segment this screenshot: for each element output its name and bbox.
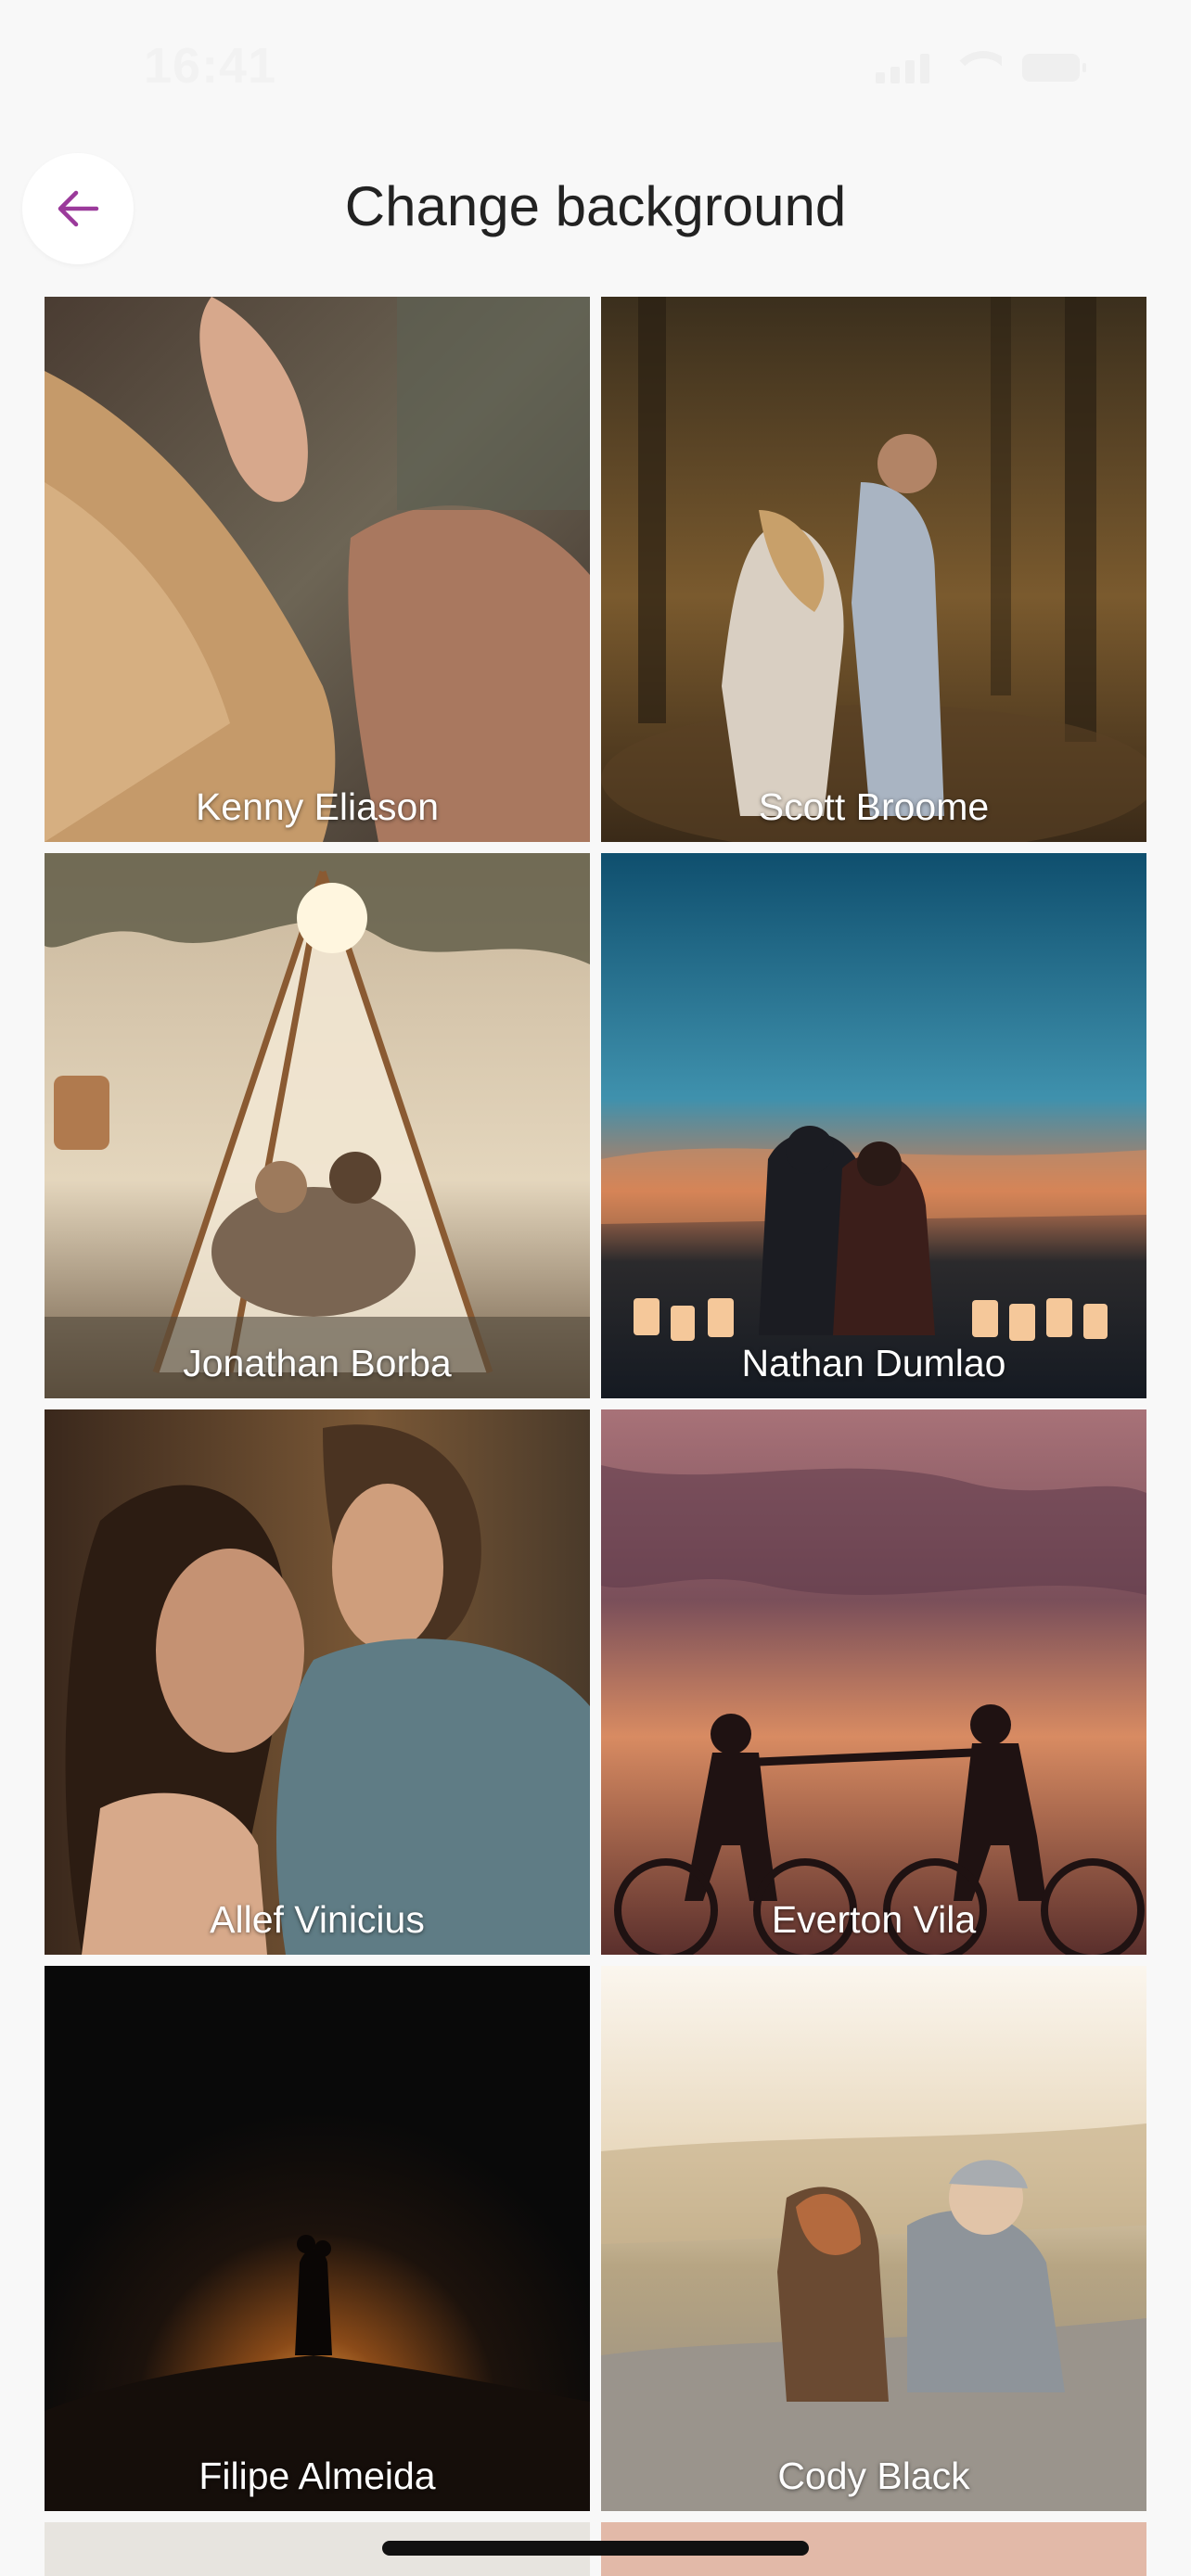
background-tile[interactable]: Kenny Eliason: [45, 297, 590, 842]
photographer-credit: Scott Broome: [758, 785, 990, 828]
cellular-signal-icon: [876, 52, 929, 83]
status-bar: 16:41: [0, 0, 1191, 139]
background-tile[interactable]: Filipe Almeida: [45, 1966, 590, 2511]
photographer-credit: Nathan Dumlao: [741, 1342, 1006, 1384]
change-background-screen: 16:41 Change background Kenny Eliason Sc…: [0, 0, 1191, 2576]
photographer-credit: Kenny Eliason: [195, 785, 440, 828]
background-tile[interactable]: Scott Broome: [601, 297, 1146, 842]
status-time: 16:41: [144, 38, 277, 94]
background-photo: [601, 1409, 1146, 1955]
background-photo: [601, 1966, 1146, 2511]
photographer-credit: Filipe Almeida: [198, 2455, 436, 2497]
photographer-credit: Cody Black: [777, 2455, 970, 2497]
background-photo: [601, 297, 1146, 842]
background-tile[interactable]: Nathan Dumlao: [601, 853, 1146, 1398]
page-title: Change background: [344, 175, 847, 237]
background-photo: [45, 297, 590, 842]
home-indicator: [382, 2541, 809, 2556]
photographer-credit: Allef Vinicius: [210, 1898, 425, 1941]
photographer-credit: Jonathan Borba: [183, 1342, 452, 1384]
background-tile[interactable]: Allef Vinicius: [45, 1409, 590, 1955]
background-tile[interactable]: Jonathan Borba: [45, 853, 590, 1398]
battery-icon: [1022, 54, 1086, 82]
status-icons: [876, 51, 1086, 84]
background-tile[interactable]: Cody Black: [601, 1966, 1146, 2511]
background-photo: [45, 1409, 590, 1955]
background-tile[interactable]: Everton Vila: [601, 1409, 1146, 1955]
background-photo: [45, 853, 590, 1398]
background-photo: [45, 1966, 590, 2511]
photographer-credit: Everton Vila: [771, 1898, 977, 1941]
background-photo: [601, 853, 1146, 1398]
wifi-icon: [950, 51, 1002, 84]
